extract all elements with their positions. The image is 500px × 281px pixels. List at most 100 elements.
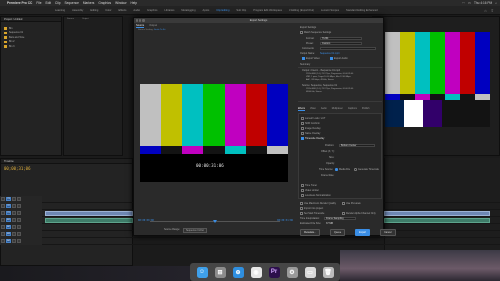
spotlight-icon[interactable]: ⌕ — [495, 1, 497, 5]
workspace-tab[interactable]: Libraries — [164, 9, 174, 12]
track-label[interactable]: V3 — [6, 197, 11, 201]
workspace-tab[interactable]: Editing — [90, 9, 98, 12]
workspace-tab[interactable]: Lumetri Scopes — [321, 9, 339, 12]
menubar-clock[interactable]: Thu 4:16 PM — [474, 1, 492, 5]
track-label[interactable]: V2 — [6, 204, 11, 208]
time-interpolation-value: Frame Sampling — [326, 217, 344, 220]
window-controls[interactable] — [136, 19, 145, 22]
use-previews-checkbox[interactable] — [342, 202, 345, 205]
menu-app-name[interactable]: Premiere Pro CC — [7, 1, 32, 5]
menu-window[interactable]: Window — [115, 1, 126, 5]
timecode-overlay-checkbox[interactable] — [301, 137, 304, 140]
workspace-tab[interactable]: Metalogging — [181, 9, 195, 12]
menu-file[interactable]: File — [36, 1, 41, 5]
workspace-tab[interactable]: Assembly — [72, 9, 83, 12]
effect-checkbox[interactable] — [301, 132, 304, 135]
tab-audio[interactable]: Audio — [321, 108, 327, 111]
documents-folder-icon[interactable]: ▭ — [304, 266, 316, 278]
tab-video[interactable]: Video — [310, 108, 316, 111]
track-a4[interactable]: A4 — [0, 238, 500, 245]
color-bar-mid-3 — [203, 146, 225, 154]
playhead-icon[interactable] — [213, 219, 217, 223]
workspace-tab[interactable]: Program Edit Workspace — [253, 9, 282, 12]
menu-edit[interactable]: Edit — [45, 1, 51, 5]
source-range-select[interactable]: Sequence In/Out — [182, 228, 207, 233]
export-audio-checkbox[interactable] — [330, 57, 333, 60]
chrome-icon[interactable]: ◉ — [250, 266, 262, 278]
workspace-tab[interactable]: Effects — [119, 9, 127, 12]
generate-timecode-radio[interactable] — [354, 168, 357, 171]
set-start-timecode-checkbox[interactable] — [300, 212, 303, 215]
menu-clip[interactable]: Clip — [55, 1, 61, 5]
menu-help[interactable]: Help — [130, 1, 137, 5]
track-label[interactable]: A4 — [6, 239, 11, 243]
output-name-link[interactable]: Sequence 01.mp4 — [320, 52, 339, 55]
output-header[interactable]: Output — [82, 18, 89, 20]
effect-checkbox[interactable] — [301, 127, 304, 130]
source-scaling-value[interactable]: Scale To Fit — [154, 29, 165, 31]
timeline-timecode[interactable]: 00;00;31;06 — [1, 164, 132, 173]
menu-graphics[interactable]: Graphics — [98, 1, 111, 5]
trash-icon[interactable]: 🗑 — [322, 266, 334, 278]
tab-captions[interactable]: Captions — [348, 108, 357, 111]
track-label[interactable]: A3 — [6, 232, 11, 236]
source-scaling[interactable]: Source Scaling: Scale To Fit — [138, 29, 165, 31]
menu-markers[interactable]: Markers — [83, 1, 95, 5]
export-video-checkbox[interactable] — [302, 57, 305, 60]
render-alpha-checkbox[interactable] — [342, 212, 345, 215]
effect-checkbox[interactable] — [301, 189, 304, 192]
set-start-timecode-label: Set Start Timecode — [304, 212, 325, 215]
match-sequence-checkbox[interactable] — [300, 31, 303, 34]
scrub-out-timecode[interactable]: 00:00:31:06 — [277, 219, 293, 222]
effect-checkbox[interactable] — [301, 184, 304, 187]
workspace-tab[interactable]: Color — [105, 9, 111, 12]
track-label[interactable]: A2 — [6, 225, 11, 229]
workspace-tab[interactable]: Sub Clip — [236, 9, 246, 12]
effect-checkbox[interactable] — [301, 122, 304, 125]
effect-checkbox[interactable] — [301, 117, 304, 120]
workspace-tab[interactable]: Standard Editing Enhanced — [346, 9, 378, 12]
system-preferences-icon[interactable]: ⚙ — [286, 266, 298, 278]
export-scrubber[interactable]: 00:00:00:00 00:00:31:06 — [138, 219, 293, 224]
source-header[interactable]: Source — [67, 18, 74, 20]
share-icon[interactable]: ⇧ — [491, 8, 494, 13]
workspace-tab[interactable]: 3 Editing (Export/Out) — [289, 9, 314, 12]
metadata-button[interactable]: Metadata... — [300, 229, 320, 236]
effect-checkbox[interactable] — [301, 194, 304, 197]
workspace-tab-active[interactable]: Clip Editing — [216, 9, 229, 12]
wifi-icon[interactable]: ◠ — [462, 1, 465, 5]
project-item[interactable]: Bin 3 — [1, 44, 61, 49]
home-icon[interactable]: ⌂ — [484, 8, 486, 13]
track-label[interactable]: V1 — [6, 211, 11, 215]
finder-icon[interactable]: ☺ — [196, 266, 208, 278]
frame-rate-label: Frame Rate: — [321, 174, 335, 177]
audio-clip[interactable] — [45, 217, 133, 223]
tab-output[interactable]: Output — [149, 24, 157, 28]
tab-multiplexer[interactable]: Multiplexer — [332, 108, 343, 111]
comments-field[interactable] — [320, 46, 376, 50]
video-clip[interactable] — [45, 210, 133, 216]
workspace-tab[interactable]: Aprés — [203, 9, 210, 12]
max-render-quality-checkbox[interactable] — [300, 202, 303, 205]
audio-clip[interactable] — [384, 217, 490, 223]
launchpad-icon[interactable]: ⊞ — [214, 266, 226, 278]
media-file-radio[interactable] — [335, 168, 338, 171]
color-bar-top-4 — [224, 84, 246, 146]
summary-line: AAC, 320 kbps, 48 kHz, Stereo — [306, 79, 334, 81]
video-clip[interactable] — [384, 210, 490, 216]
track-label[interactable]: A1 — [6, 218, 11, 222]
tab-publish[interactable]: Publish — [362, 108, 370, 111]
workspace-tab[interactable]: Learning — [55, 9, 65, 12]
workspace-tab[interactable]: Graphics — [147, 9, 157, 12]
queue-button[interactable]: Queue — [329, 229, 346, 236]
tab-source[interactable]: Source — [136, 24, 145, 28]
export-button[interactable]: Export — [355, 229, 371, 236]
cancel-button[interactable]: Cancel — [380, 229, 396, 236]
safari-icon[interactable]: ⊕ — [232, 266, 244, 278]
workspace-tab[interactable]: Audio — [133, 9, 140, 12]
menu-sequence[interactable]: Sequence — [64, 1, 78, 5]
premiere-pro-icon[interactable]: Pr — [268, 266, 280, 278]
import-into-project-checkbox[interactable] — [300, 207, 303, 210]
tab-effects[interactable]: Effects — [298, 108, 305, 111]
battery-icon[interactable]: ▭ — [468, 1, 471, 5]
